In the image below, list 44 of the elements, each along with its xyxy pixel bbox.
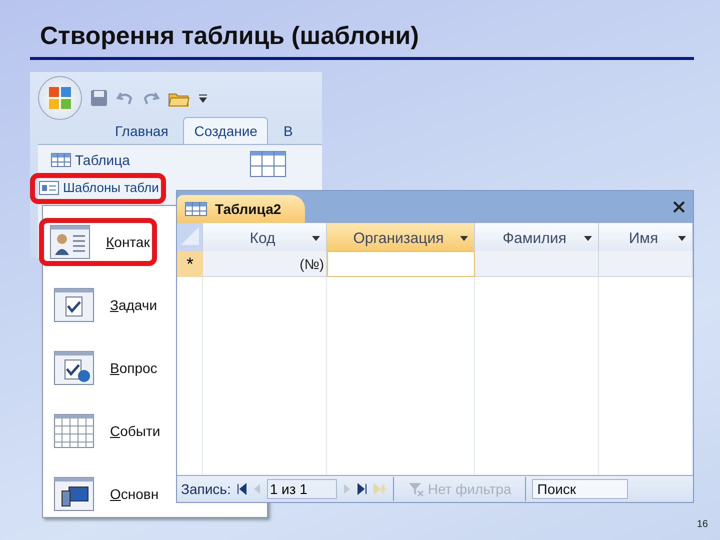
template-menu-item[interactable]: Событи [43, 407, 168, 455]
last-record-icon[interactable] [356, 483, 367, 495]
table-cell: (№) [203, 251, 327, 277]
clipboard-check-icon [54, 351, 94, 385]
ribbon-command[interactable]: Таблица [42, 147, 139, 173]
ribbon-tab[interactable]: В [272, 117, 304, 144]
computer-icon [54, 477, 94, 511]
search-field[interactable]: Поиск [532, 479, 628, 499]
slide-title: Створення таблиць (шаблони) [40, 22, 419, 51]
record-label: Запись: [181, 481, 231, 497]
ribbon-command[interactable]: Шаблоны табли [30, 173, 166, 204]
funnel-icon [408, 481, 424, 497]
dropdown-arrow-icon[interactable] [584, 236, 592, 240]
table-icon [51, 153, 71, 167]
column-header[interactable]: Фамилия [475, 223, 599, 254]
save-icon[interactable] [90, 89, 108, 107]
page-number: 16 [696, 519, 708, 530]
clipboard-check-icon [54, 288, 94, 322]
contact-card-icon [50, 225, 90, 259]
first-record-icon[interactable] [236, 483, 247, 495]
dropdown-arrow-icon[interactable] [678, 236, 686, 240]
template-menu-item[interactable]: Вопрос [43, 344, 164, 392]
office-button[interactable] [38, 76, 82, 120]
dropdown-arrow-icon[interactable] [312, 236, 320, 240]
document-tab[interactable]: Таблица2 [177, 195, 306, 223]
table-icon [185, 202, 207, 216]
ribbon-tab[interactable]: Главная [104, 117, 180, 144]
customize-arrow-icon[interactable] [198, 93, 208, 103]
template-menu-item[interactable]: Основн [43, 470, 166, 518]
column-header[interactable]: Код [203, 223, 327, 254]
column-header[interactable]: Организация [327, 223, 475, 254]
table-design-icon [250, 151, 286, 177]
ribbon-tab[interactable]: Создание [183, 117, 268, 144]
dropdown-arrow-icon[interactable] [460, 236, 468, 240]
cell-input-field[interactable] [327, 251, 475, 277]
template-menu-item[interactable]: Задачи [43, 281, 164, 329]
record-position-field[interactable]: 1 из 1 [266, 479, 337, 499]
form-icon [39, 180, 59, 194]
new-record-marker: * [177, 251, 203, 277]
office-logo-icon [48, 86, 72, 110]
close-icon[interactable] [673, 201, 685, 213]
calendar-grid-icon [54, 414, 94, 448]
column-header[interactable]: Имя [599, 223, 693, 254]
template-menu-item[interactable]: Контак [39, 218, 157, 266]
